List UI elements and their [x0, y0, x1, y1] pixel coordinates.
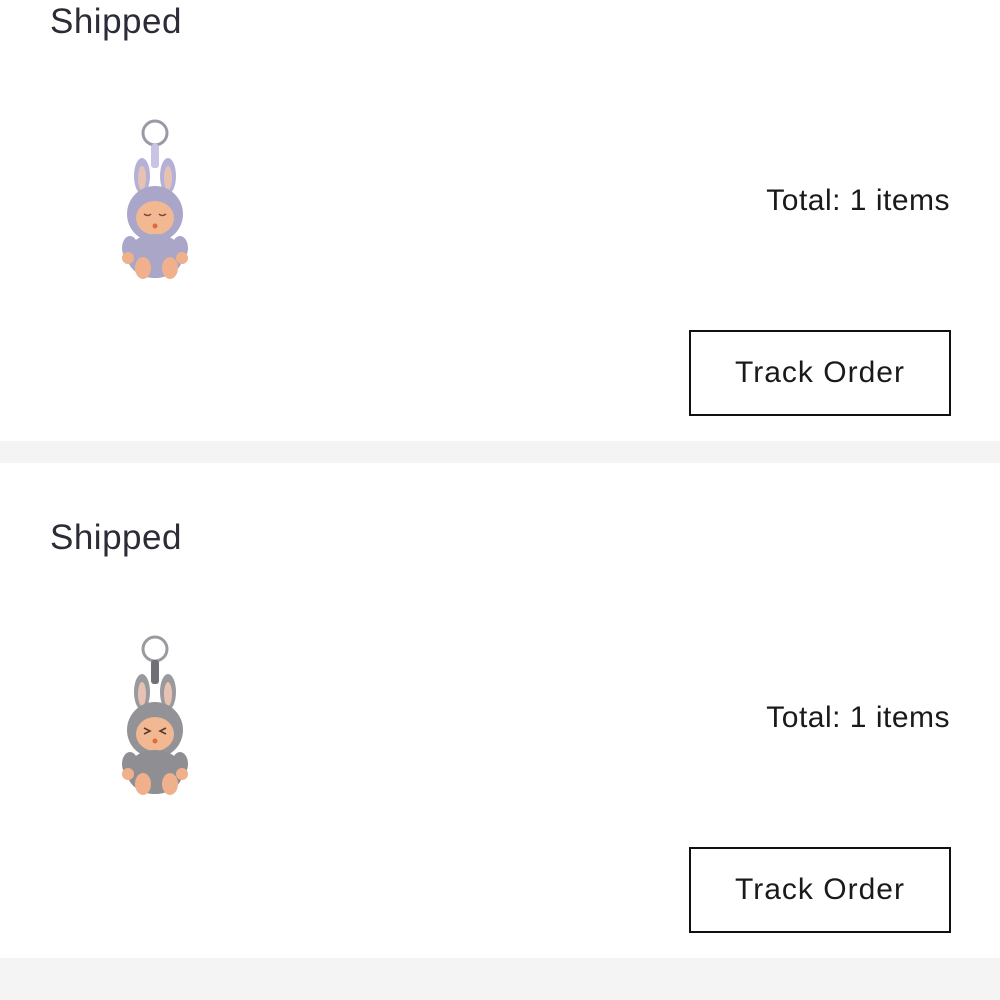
labubu-keychain-grey-icon	[122, 635, 188, 795]
labubu-keychain-purple-icon	[122, 119, 188, 279]
product-thumbnail[interactable]	[100, 634, 210, 804]
order-status: Shipped	[50, 2, 182, 41]
order-total: Total: 1 items	[766, 184, 950, 217]
track-order-button[interactable]: Track Order	[689, 330, 951, 416]
product-thumbnail[interactable]	[100, 118, 210, 288]
order-card: Shipped Total: 1 items Track Order	[0, 463, 1000, 958]
order-card: Shipped Total: 1 items Track Order	[0, 0, 1000, 441]
order-total: Total: 1 items	[766, 701, 950, 734]
order-status: Shipped	[50, 518, 182, 557]
track-order-button[interactable]: Track Order	[689, 847, 951, 933]
orders-page: Shipped Total: 1 items Track Order Shipp…	[0, 0, 1000, 1000]
